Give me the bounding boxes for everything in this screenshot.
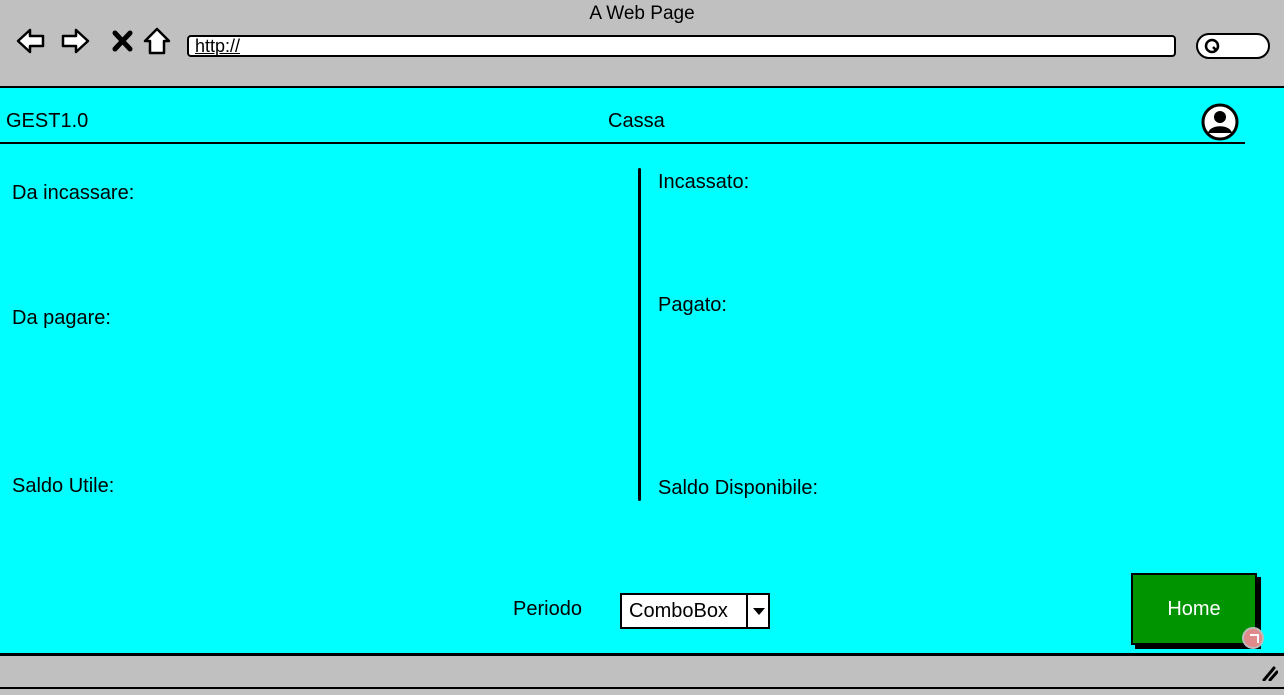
app-name: GEST1.0	[6, 110, 89, 132]
url-input[interactable]: http://	[187, 35, 1176, 57]
forward-arrow-icon[interactable]	[60, 26, 90, 56]
browser-search-field[interactable]	[1196, 33, 1270, 59]
home-button[interactable]: Home	[1131, 573, 1257, 645]
header-divider	[0, 142, 1245, 144]
label-da-pagare: Da pagare:	[12, 307, 111, 329]
browser-window: A Web Page http:// GEST1.0 Cassa Da inca…	[0, 0, 1284, 695]
column-divider	[638, 168, 641, 501]
label-saldo-disponibile: Saldo Disponibile:	[658, 477, 819, 499]
home-icon[interactable]	[142, 26, 172, 56]
label-pagato: Pagato:	[658, 294, 727, 316]
close-x-icon[interactable]	[108, 26, 138, 56]
search-icon	[1204, 38, 1220, 54]
page-title: Cassa	[608, 110, 665, 132]
back-arrow-icon[interactable]	[16, 26, 46, 56]
combobox-value: ComboBox	[629, 600, 728, 622]
label-saldo-utile: Saldo Utile:	[12, 475, 115, 497]
content-area: GEST1.0 Cassa Da incassare: Da pagare: S…	[0, 86, 1284, 656]
user-circle-icon[interactable]	[1200, 102, 1240, 142]
resize-grip-icon[interactable]	[1260, 663, 1278, 681]
chevron-down-icon[interactable]	[746, 595, 768, 627]
periodo-combobox[interactable]: ComboBox	[620, 593, 770, 629]
window-title: A Web Page	[589, 3, 695, 24]
link-arrow-icon	[1242, 627, 1264, 649]
status-bar	[0, 656, 1284, 689]
label-periodo: Periodo	[513, 598, 582, 620]
label-incassato: Incassato:	[658, 171, 750, 193]
label-da-incassare: Da incassare:	[12, 182, 135, 204]
